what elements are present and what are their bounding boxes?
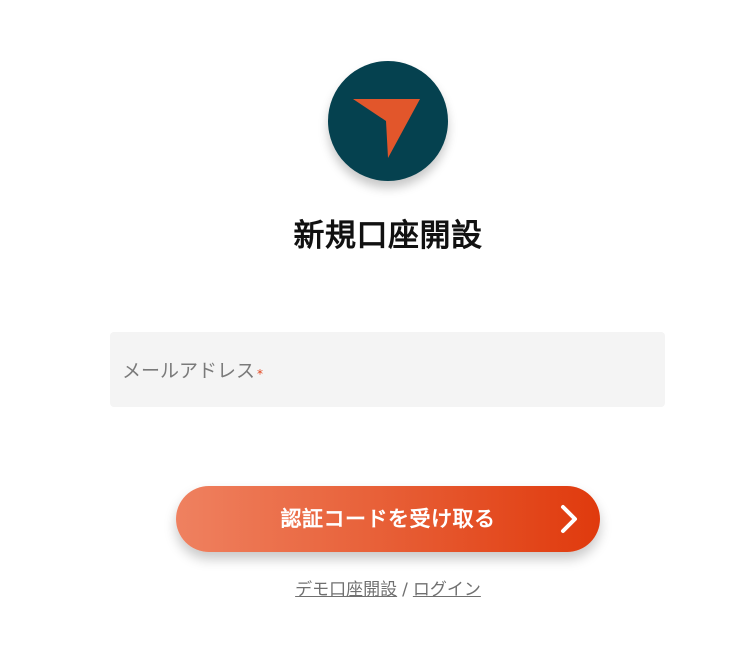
email-field[interactable]: メールアドレス * xyxy=(110,332,665,407)
link-separator: / xyxy=(402,580,408,600)
get-verification-code-button[interactable]: 認証コードを受け取る xyxy=(176,486,600,552)
footer-links: デモ口座開設 / ログイン xyxy=(0,578,749,602)
chevron-right-icon xyxy=(561,505,577,533)
arrow-pointer-icon xyxy=(353,99,420,158)
demo-account-link[interactable]: デモ口座開設 xyxy=(295,580,397,600)
login-link[interactable]: ログイン xyxy=(413,580,481,600)
submit-button-label: 認証コードを受け取る xyxy=(280,507,496,531)
email-input[interactable] xyxy=(110,332,665,407)
logo xyxy=(328,61,448,181)
page-title: 新規口座開設 xyxy=(293,218,483,254)
